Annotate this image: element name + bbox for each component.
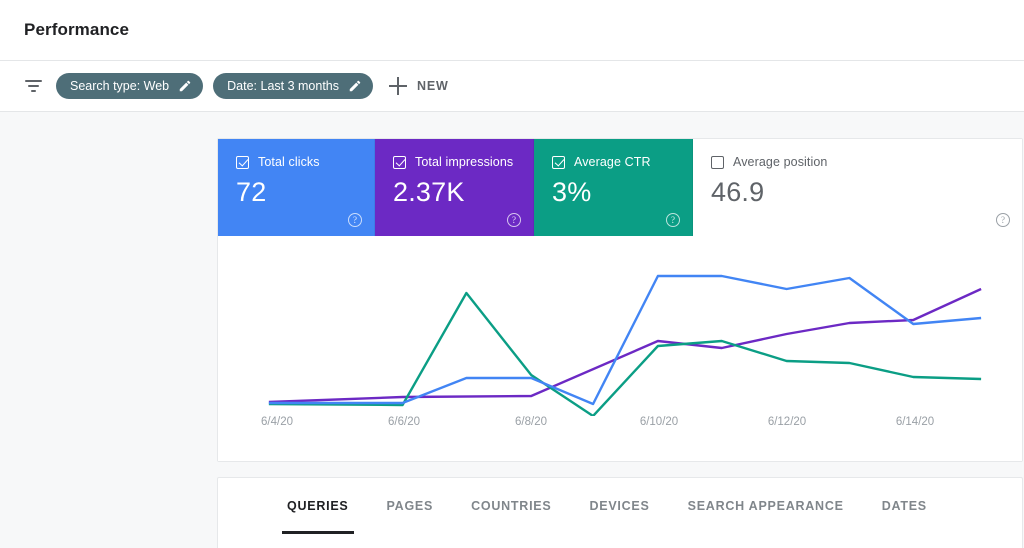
chart-line-series: [269, 276, 981, 404]
tab-label: QUERIES: [287, 499, 349, 513]
checkbox-checked-icon[interactable]: [552, 156, 565, 169]
metric-card-label: Total impressions: [415, 155, 513, 169]
tab-search-appearance[interactable]: SEARCH APPEARANCE: [669, 478, 863, 534]
tab-dates[interactable]: DATES: [863, 478, 946, 534]
metric-card-label: Total clicks: [258, 155, 320, 169]
page-header: Performance: [0, 0, 1024, 60]
performance-chart: 6/4/20 6/6/20 6/8/20 6/10/20 6/12/20 6/14/20: [218, 236, 1022, 461]
chart-x-axis: 6/4/20 6/6/20 6/8/20 6/10/20 6/12/20 6/14/20: [218, 416, 1022, 438]
pencil-icon[interactable]: [178, 79, 192, 93]
checkbox-checked-icon[interactable]: [393, 156, 406, 169]
chart-plot-area: [218, 236, 1022, 416]
chart-x-tick-label: 6/14/20: [896, 416, 934, 428]
metric-card-header: Average position: [711, 155, 1008, 169]
metric-card-value: 2.37K: [393, 177, 519, 208]
page-title: Performance: [24, 20, 129, 40]
filter-icon[interactable]: [22, 76, 44, 96]
chart-x-tick-label: 6/12/20: [768, 416, 806, 428]
plus-icon: [389, 77, 407, 95]
tab-label: DATES: [882, 499, 927, 513]
new-filter-button[interactable]: NEW: [389, 77, 449, 95]
metric-card-header: Average CTR: [552, 155, 678, 169]
tab-queries[interactable]: QUERIES: [268, 478, 368, 534]
metric-card-header: Total clicks: [236, 155, 360, 169]
help-icon[interactable]: ?: [666, 213, 680, 227]
checkbox-unchecked-icon[interactable]: [711, 156, 724, 169]
performance-page: Performance Search type: Web Date: Last 3…: [0, 0, 1024, 548]
filter-chips: Search type: Web Date: Last 3 months: [56, 73, 383, 99]
metric-card[interactable]: Total impressions 2.37K?: [375, 139, 534, 236]
filter-chip-label: Date: Last 3 months: [227, 80, 339, 93]
help-icon[interactable]: ?: [507, 213, 521, 227]
metric-card-header: Total impressions: [393, 155, 519, 169]
filter-chip[interactable]: Search type: Web: [56, 73, 203, 99]
chart-x-tick-label: 6/10/20: [640, 416, 678, 428]
chart-line-series: [269, 289, 981, 402]
filter-chip[interactable]: Date: Last 3 months: [213, 73, 373, 99]
tab-pages[interactable]: PAGES: [368, 478, 453, 534]
tab-label: DEVICES: [589, 499, 649, 513]
results-tabs: QUERIES PAGES COUNTRIES DEVICES SEARCH APPEA…: [218, 478, 1022, 548]
filter-chip-label: Search type: Web: [70, 80, 169, 93]
metric-card-label: Average CTR: [574, 155, 651, 169]
tab-devices[interactable]: DEVICES: [570, 478, 668, 534]
help-icon[interactable]: ?: [996, 213, 1010, 227]
tab-label: COUNTRIES: [471, 499, 551, 513]
chart-x-tick-label: 6/6/20: [388, 416, 420, 428]
metric-card-value: 3%: [552, 177, 678, 208]
tab-label: SEARCH APPEARANCE: [688, 499, 844, 513]
chart-x-tick-label: 6/4/20: [261, 416, 293, 428]
metric-card-value: 46.9: [711, 177, 1008, 208]
metric-card[interactable]: Average position 46.9?: [693, 139, 1022, 236]
performance-panel: Total clicks72?Total impressions2.37K?Av…: [217, 138, 1023, 462]
metric-cards: Total clicks72?Total impressions2.37K?Av…: [218, 139, 1022, 236]
chart-x-tick-label: 6/8/20: [515, 416, 547, 428]
tab-countries[interactable]: COUNTRIES: [452, 478, 570, 534]
results-tabs-panel: QUERIES PAGES COUNTRIES DEVICES SEARCH APPEA…: [217, 477, 1023, 548]
metric-card-label: Average position: [733, 155, 828, 169]
tab-label: PAGES: [387, 499, 434, 513]
pencil-icon[interactable]: [348, 79, 362, 93]
new-filter-label: NEW: [417, 79, 449, 93]
metric-card-value: 72: [236, 177, 360, 208]
filter-toolbar: Search type: Web Date: Last 3 months NEW: [0, 60, 1024, 112]
metric-card[interactable]: Total clicks 72?: [218, 139, 375, 236]
help-icon[interactable]: ?: [348, 213, 362, 227]
checkbox-checked-icon[interactable]: [236, 156, 249, 169]
metric-card[interactable]: Average CTR 3%?: [534, 139, 693, 236]
